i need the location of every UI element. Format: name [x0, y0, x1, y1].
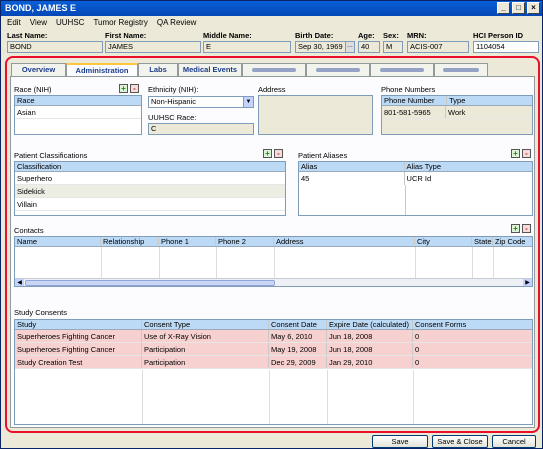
middle-name-field[interactable]: E — [203, 41, 291, 53]
maximize-button[interactable]: □ — [512, 2, 525, 14]
birth-date-field[interactable]: Sep 30, 1969 … — [295, 41, 355, 53]
last-name-label: Last Name: — [7, 31, 48, 40]
highlight-frame — [5, 56, 540, 433]
hci-id-group: HCI Person ID 1104054 — [473, 30, 539, 53]
first-name-field[interactable]: JAMES — [105, 41, 201, 53]
hci-id-label: HCI Person ID — [473, 31, 524, 40]
mrn-label: MRN: — [407, 31, 427, 40]
hci-id-field[interactable]: 1104054 — [473, 41, 539, 53]
age-group: Age: 40 — [358, 30, 380, 53]
birth-date-label: Birth Date: — [295, 31, 334, 40]
last-name-group: Last Name: BOND — [7, 30, 103, 53]
patient-window: BOND, JAMES E _ □ × Edit View UUHSC Tumo… — [0, 0, 543, 449]
last-name-field[interactable]: BOND — [7, 41, 103, 53]
first-name-label: First Name: — [105, 31, 147, 40]
window-title: BOND, JAMES E — [5, 3, 77, 13]
mrn-group: MRN: ACIS-007 — [407, 30, 469, 53]
save-close-button[interactable]: Save & Close — [432, 435, 488, 448]
save-button[interactable]: Save — [372, 435, 428, 448]
calendar-picker-icon[interactable]: … — [345, 42, 354, 52]
minimize-button[interactable]: _ — [497, 2, 510, 14]
cancel-button[interactable]: Cancel — [492, 435, 536, 448]
patient-header: Last Name: BOND First Name: JAMES Middle… — [1, 30, 542, 56]
menu-uuhsc[interactable]: UUHSC — [56, 16, 84, 30]
sex-group: Sex: M — [383, 30, 403, 53]
menu-qa-review[interactable]: QA Review — [157, 16, 197, 30]
menu-edit[interactable]: Edit — [7, 16, 21, 30]
mrn-field[interactable]: ACIS-007 — [407, 41, 469, 53]
birth-date-group: Birth Date: Sep 30, 1969 … — [295, 30, 355, 53]
window-titlebar[interactable]: BOND, JAMES E _ □ × — [1, 1, 542, 16]
menu-tumor-registry[interactable]: Tumor Registry — [93, 16, 147, 30]
first-name-group: First Name: JAMES — [105, 30, 201, 53]
middle-name-label: Middle Name: — [203, 31, 252, 40]
close-button[interactable]: × — [527, 2, 540, 14]
age-label: Age: — [358, 31, 375, 40]
dialog-buttons: Save Save & Close Cancel — [372, 435, 536, 448]
window-controls: _ □ × — [497, 2, 540, 14]
birth-date-value: Sep 30, 1969 — [298, 42, 343, 51]
middle-name-group: Middle Name: E — [203, 30, 291, 53]
sex-label: Sex: — [383, 31, 399, 40]
age-field: 40 — [358, 41, 380, 53]
menu-bar: Edit View UUHSC Tumor Registry QA Review — [1, 16, 542, 30]
menu-view[interactable]: View — [30, 16, 47, 30]
sex-field[interactable]: M — [383, 41, 403, 53]
